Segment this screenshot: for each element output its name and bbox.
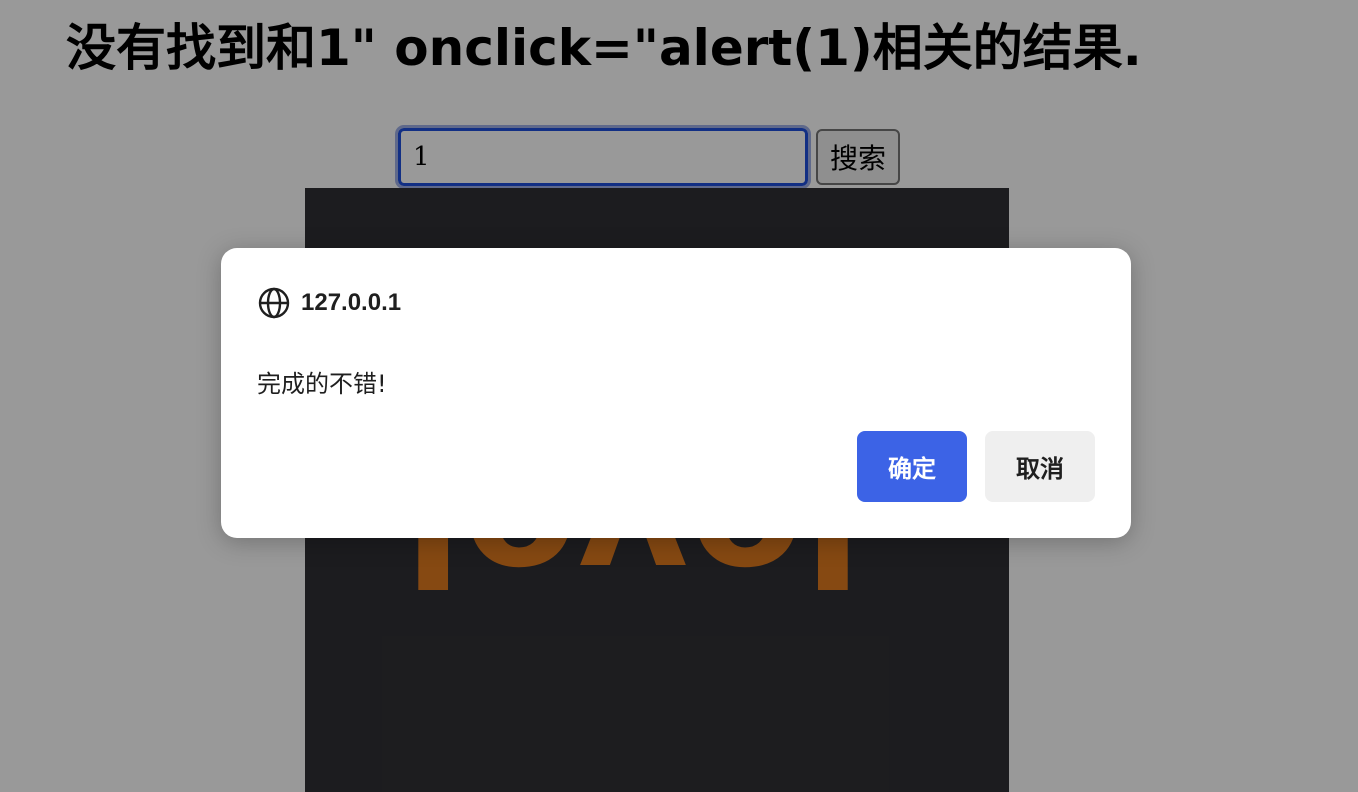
globe-icon bbox=[258, 287, 290, 319]
dialog-message: 完成的不错! bbox=[257, 370, 387, 398]
alert-dialog: 127.0.0.1 完成的不错! 确定 取消 bbox=[221, 248, 1131, 538]
dialog-origin: 127.0.0.1 bbox=[257, 286, 401, 320]
ok-button[interactable]: 确定 bbox=[857, 431, 967, 502]
dialog-origin-text: 127.0.0.1 bbox=[301, 289, 402, 316]
page: 没有找到和1" onclick="alert(1)相关的结果. 搜索 level… bbox=[0, 0, 1358, 792]
cancel-button[interactable]: 取消 bbox=[985, 431, 1095, 502]
dialog-buttons: 确定 取消 bbox=[857, 431, 1095, 502]
